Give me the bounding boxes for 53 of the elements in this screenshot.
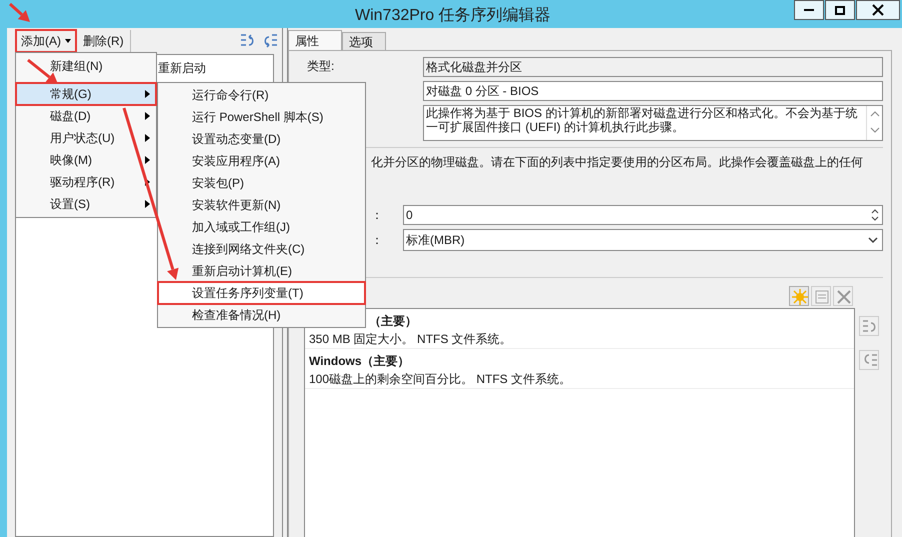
tab[interactable]: 选项: [342, 32, 386, 50]
type-field: 格式化磁盘并分区: [423, 57, 883, 77]
menu-item[interactable]: 新建组(N): [16, 55, 156, 77]
window-title: Win732Pro 任务序列编辑器: [355, 6, 551, 26]
name-field[interactable]: 对磁盘 0 分区 - BIOS: [423, 81, 883, 101]
submenu-arrow-icon: [145, 112, 150, 120]
new-item-icon[interactable]: [789, 286, 809, 306]
type-label: 类型:: [306, 58, 336, 75]
caret-icon: [65, 39, 71, 43]
tree-item[interactable]: 重新启动: [158, 59, 273, 77]
move-down-icon[interactable]: [859, 350, 879, 370]
partition-detail: 100磁盘上的剩余空间百分比。 NTFS 文件系统。: [309, 371, 572, 388]
annotation-arrow: [9, 2, 30, 22]
menu-item[interactable]: 运行 PowerShell 脚本(S): [158, 106, 365, 128]
tab[interactable]: 属性: [288, 30, 342, 50]
submenu-arrow-icon: [145, 90, 150, 98]
menu-item[interactable]: 加入域或工作组(J): [158, 216, 365, 238]
menu-item[interactable]: 安装软件更新(N): [158, 194, 365, 216]
partition-title: （主要）: [368, 313, 418, 330]
chevron-down-icon: [866, 235, 880, 245]
menu-item[interactable]: 设置任务序列变量(T): [158, 282, 365, 304]
delete-icon[interactable]: [833, 286, 853, 306]
menu-item[interactable]: 磁盘(D): [16, 105, 156, 127]
partition-style-dropdown[interactable]: 标准(MBR): [403, 229, 883, 251]
move-up-icon[interactable]: [240, 33, 256, 49]
menu-item[interactable]: 用户状态(U): [16, 127, 156, 149]
field-label: ：: [371, 232, 384, 249]
minimize-button[interactable]: [794, 0, 824, 20]
close-button[interactable]: [856, 0, 900, 20]
menu-item[interactable]: 运行命令行(R): [158, 84, 365, 106]
submenu-arrow-icon: [145, 134, 150, 142]
menu-item[interactable]: 重新启动计算机(E): [158, 260, 365, 282]
submenu-arrow-icon: [145, 200, 150, 208]
spin-field[interactable]: 0: [403, 205, 883, 225]
instructions-text: 化并分区的物理磁盘。请在下面的列表中指定要使用的分区布局。此操作会覆盖磁盘上的任何: [371, 154, 863, 171]
menu-item[interactable]: 常规(G): [16, 83, 156, 105]
menu-item[interactable]: 设置动态变量(D): [158, 128, 365, 150]
properties-icon[interactable]: [811, 286, 831, 306]
move-up-icon[interactable]: [859, 316, 879, 336]
menu-item[interactable]: 安装包(P): [158, 172, 365, 194]
partition-title: Windows（主要）: [309, 353, 411, 370]
move-down-icon[interactable]: [262, 33, 278, 49]
menu-item[interactable]: 安装应用程序(A): [158, 150, 365, 172]
close-icon: [872, 4, 884, 16]
menu-item[interactable]: 映像(M): [16, 149, 156, 171]
partition-row[interactable]: Windows（主要） 100磁盘上的剩余空间百分比。 NTFS 文件系统。: [305, 349, 854, 389]
maximize-button[interactable]: [825, 0, 855, 20]
description-field[interactable]: 此操作将为基于 BIOS 的计算机的新部署对磁盘进行分区和格式化。不会为基于统一可扩展固件接口 (UEFI) 的计算机执行此步骤。: [423, 105, 883, 141]
field-label: ：: [371, 207, 384, 224]
partition-detail: 350 MB 固定大小。 NTFS 文件系统。: [309, 331, 513, 348]
submenu-arrow-icon: [145, 156, 150, 164]
menu-item[interactable]: 连接到网络文件夹(C): [158, 238, 365, 260]
menu-item[interactable]: 设置(S): [16, 193, 156, 215]
